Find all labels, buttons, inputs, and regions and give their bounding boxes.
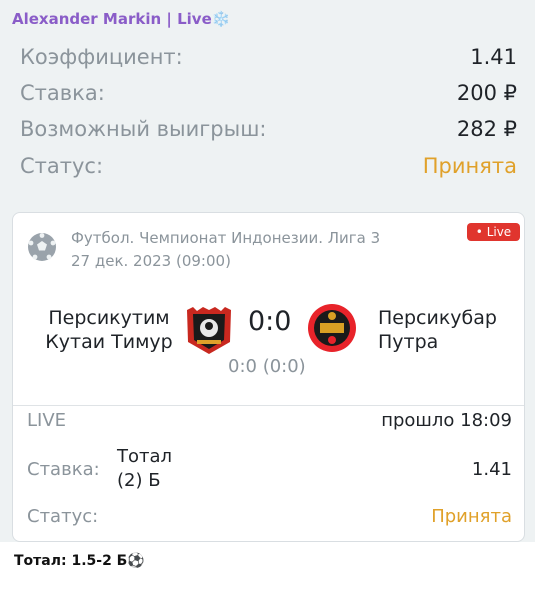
bet-market-line1: Тотал (117, 446, 173, 467)
team-away: Персикубар Путра (378, 306, 518, 354)
divider (13, 405, 524, 406)
half-score: 0:0 (0:0) (228, 356, 306, 377)
status-value: Принята (422, 154, 517, 178)
match-card: Футбол. Чемпионат Индонезии. Лига 3 27 д… (0, 200, 535, 542)
live-badge: • Live (467, 223, 520, 241)
bet-market-line2: (2) Б (117, 470, 161, 491)
snowflake-icon: ❄️ (211, 10, 231, 28)
league-name: Футбол. Чемпионат Индонезии. Лига 3 (71, 229, 381, 247)
status-row: Статус: Принята (20, 154, 517, 184)
bet-status-value: Принята (431, 506, 512, 527)
team-home: Персикутим Кутаи Тимур (35, 306, 183, 354)
team-home-logo-icon (187, 307, 231, 354)
team-away-logo-icon (308, 304, 356, 352)
team-away-line1: Персикубар (378, 307, 497, 329)
win-value: 282 ₽ (456, 117, 517, 141)
coef-value: 1.41 (470, 45, 517, 69)
stake-row: Ставка: 200 ₽ (20, 81, 517, 111)
team-home-line2: Кутаи Тимур (45, 331, 173, 353)
status-label: Статус: (20, 154, 104, 178)
match-card-inner[interactable]: Футбол. Чемпионат Индонезии. Лига 3 27 д… (12, 212, 525, 542)
post-caption: Тотал: 1.5-2 Б⚽ (14, 553, 145, 569)
team-away-line2: Путра (378, 331, 439, 353)
bet-market: Тотал (2) Б (117, 445, 172, 493)
bet-odds: 1.41 (471, 459, 512, 480)
match-date: 27 дек. 2023 (09:00) (71, 252, 231, 270)
bet-stake-label: Ставка: (27, 459, 100, 480)
stake-value: 200 ₽ (456, 81, 517, 105)
elapsed-time: прошло 18:09 (381, 410, 512, 431)
coef-label: Коэффициент: (20, 45, 183, 69)
channel-author[interactable]: Alexander Markin | Live❄️ (12, 10, 230, 28)
win-row: Возможный выигрыш: 282 ₽ (20, 117, 517, 147)
football-icon (28, 233, 56, 261)
league-info: Футбол. Чемпионат Индонезии. Лига 3 27 д… (71, 227, 380, 273)
bet-status-label: Статус: (27, 506, 99, 527)
team-home-line1: Персикутим (48, 307, 170, 329)
win-label: Возможный выигрыш: (20, 117, 267, 141)
live-label: LIVE (27, 410, 67, 431)
bet-summary: Alexander Markin | Live❄️ Коэффициент: 1… (0, 0, 535, 200)
coef-row: Коэффициент: 1.41 (20, 45, 517, 75)
stake-label: Ставка: (20, 81, 105, 105)
match-score: 0:0 (248, 306, 292, 337)
